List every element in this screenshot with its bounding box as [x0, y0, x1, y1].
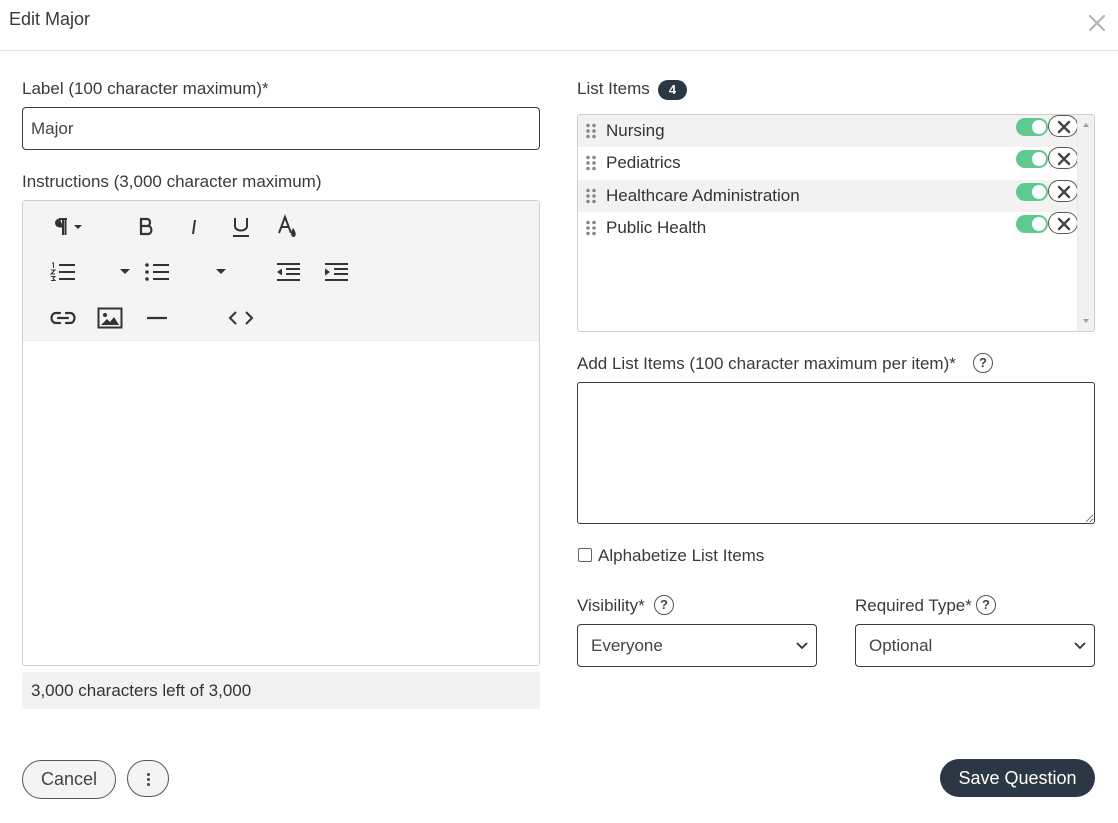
- label-input[interactable]: [22, 107, 540, 150]
- required-type-select[interactable]: Optional: [855, 624, 1095, 667]
- more-vertical-icon[interactable]: [127, 760, 169, 797]
- close-icon[interactable]: [1086, 12, 1108, 34]
- drag-handle-icon[interactable]: [585, 188, 597, 204]
- save-question-button[interactable]: Save Question: [940, 759, 1095, 797]
- list-item-toggle[interactable]: [1016, 118, 1048, 136]
- ordered-list-icon[interactable]: [47, 256, 79, 288]
- image-icon[interactable]: [94, 302, 126, 334]
- italic-icon[interactable]: [178, 211, 210, 243]
- list-item-label: Nursing: [606, 121, 665, 140]
- list-item-label: Public Health: [606, 218, 707, 237]
- list-item-toggle[interactable]: [1016, 215, 1048, 233]
- modal-header: Edit Major: [0, 0, 1118, 51]
- list-item[interactable]: Public Health: [578, 212, 1078, 244]
- underline-icon[interactable]: [225, 211, 257, 243]
- close-icon: [1057, 217, 1071, 231]
- remove-item-button[interactable]: [1048, 115, 1078, 137]
- remove-item-button[interactable]: [1048, 180, 1078, 202]
- remove-item-button[interactable]: [1048, 212, 1078, 234]
- link-icon[interactable]: [47, 302, 79, 334]
- paragraph-icon[interactable]: [48, 211, 88, 243]
- editor-toolbar: [23, 201, 539, 341]
- instructions-label: Instructions (3,000 character maximum): [22, 172, 322, 191]
- ordered-list-dropdown[interactable]: [115, 256, 135, 288]
- list-items-count-badge: 4: [658, 80, 687, 100]
- help-icon[interactable]: ?: [654, 595, 674, 615]
- horizontal-rule-icon[interactable]: [141, 302, 173, 334]
- drag-handle-icon[interactable]: [585, 155, 597, 171]
- code-view-icon[interactable]: [225, 302, 257, 334]
- outdent-icon[interactable]: [272, 256, 304, 288]
- drag-handle-icon[interactable]: [585, 123, 597, 139]
- drag-handle-icon[interactable]: [585, 220, 597, 236]
- add-list-items-textarea[interactable]: [577, 382, 1095, 524]
- list-item-toggle[interactable]: [1016, 183, 1048, 201]
- visibility-select[interactable]: Everyone: [577, 624, 817, 667]
- list-item[interactable]: Healthcare Administration: [578, 180, 1078, 212]
- close-icon: [1057, 185, 1071, 199]
- text-color-icon[interactable]: [272, 211, 304, 243]
- scroll-up-icon[interactable]: [1083, 123, 1089, 127]
- required-type-value: Optional: [869, 636, 933, 655]
- bold-icon[interactable]: [130, 211, 162, 243]
- list-item[interactable]: Pediatrics: [578, 147, 1078, 179]
- indent-icon[interactable]: [320, 256, 352, 288]
- rich-text-editor[interactable]: [22, 200, 540, 666]
- close-icon: [1057, 152, 1071, 166]
- cancel-button[interactable]: Cancel: [22, 760, 116, 799]
- modal-title: Edit Major: [9, 9, 91, 29]
- remove-item-button[interactable]: [1048, 147, 1078, 169]
- unordered-list-dropdown[interactable]: [211, 256, 231, 288]
- list-item-label: Pediatrics: [606, 153, 681, 172]
- help-icon[interactable]: ?: [973, 353, 993, 373]
- character-counter: 3,000 characters left of 3,000: [22, 672, 540, 709]
- help-icon[interactable]: ?: [976, 595, 996, 615]
- visibility-label: Visibility*: [577, 596, 645, 615]
- chevron-down-icon: [796, 642, 808, 650]
- label-field-label: Label (100 character maximum)*: [22, 79, 269, 98]
- add-list-items-label: Add List Items (100 character maximum pe…: [577, 354, 956, 373]
- list-items-box[interactable]: Nursing Pediatrics Healthcare Administra…: [577, 114, 1095, 332]
- chevron-down-icon: [1074, 642, 1086, 650]
- scroll-down-icon[interactable]: [1083, 319, 1089, 323]
- alphabetize-checkbox[interactable]: [578, 548, 592, 562]
- list-item[interactable]: Nursing: [578, 115, 1078, 147]
- close-icon: [1057, 120, 1071, 134]
- list-item-toggle[interactable]: [1016, 150, 1048, 168]
- required-type-label: Required Type*: [855, 596, 972, 615]
- visibility-value: Everyone: [591, 636, 663, 655]
- list-items-label: List Items: [577, 79, 650, 98]
- unordered-list-icon[interactable]: [141, 256, 173, 288]
- alphabetize-label: Alphabetize List Items: [598, 546, 765, 565]
- list-scrollbar[interactable]: [1077, 115, 1094, 331]
- list-item-label: Healthcare Administration: [606, 186, 800, 205]
